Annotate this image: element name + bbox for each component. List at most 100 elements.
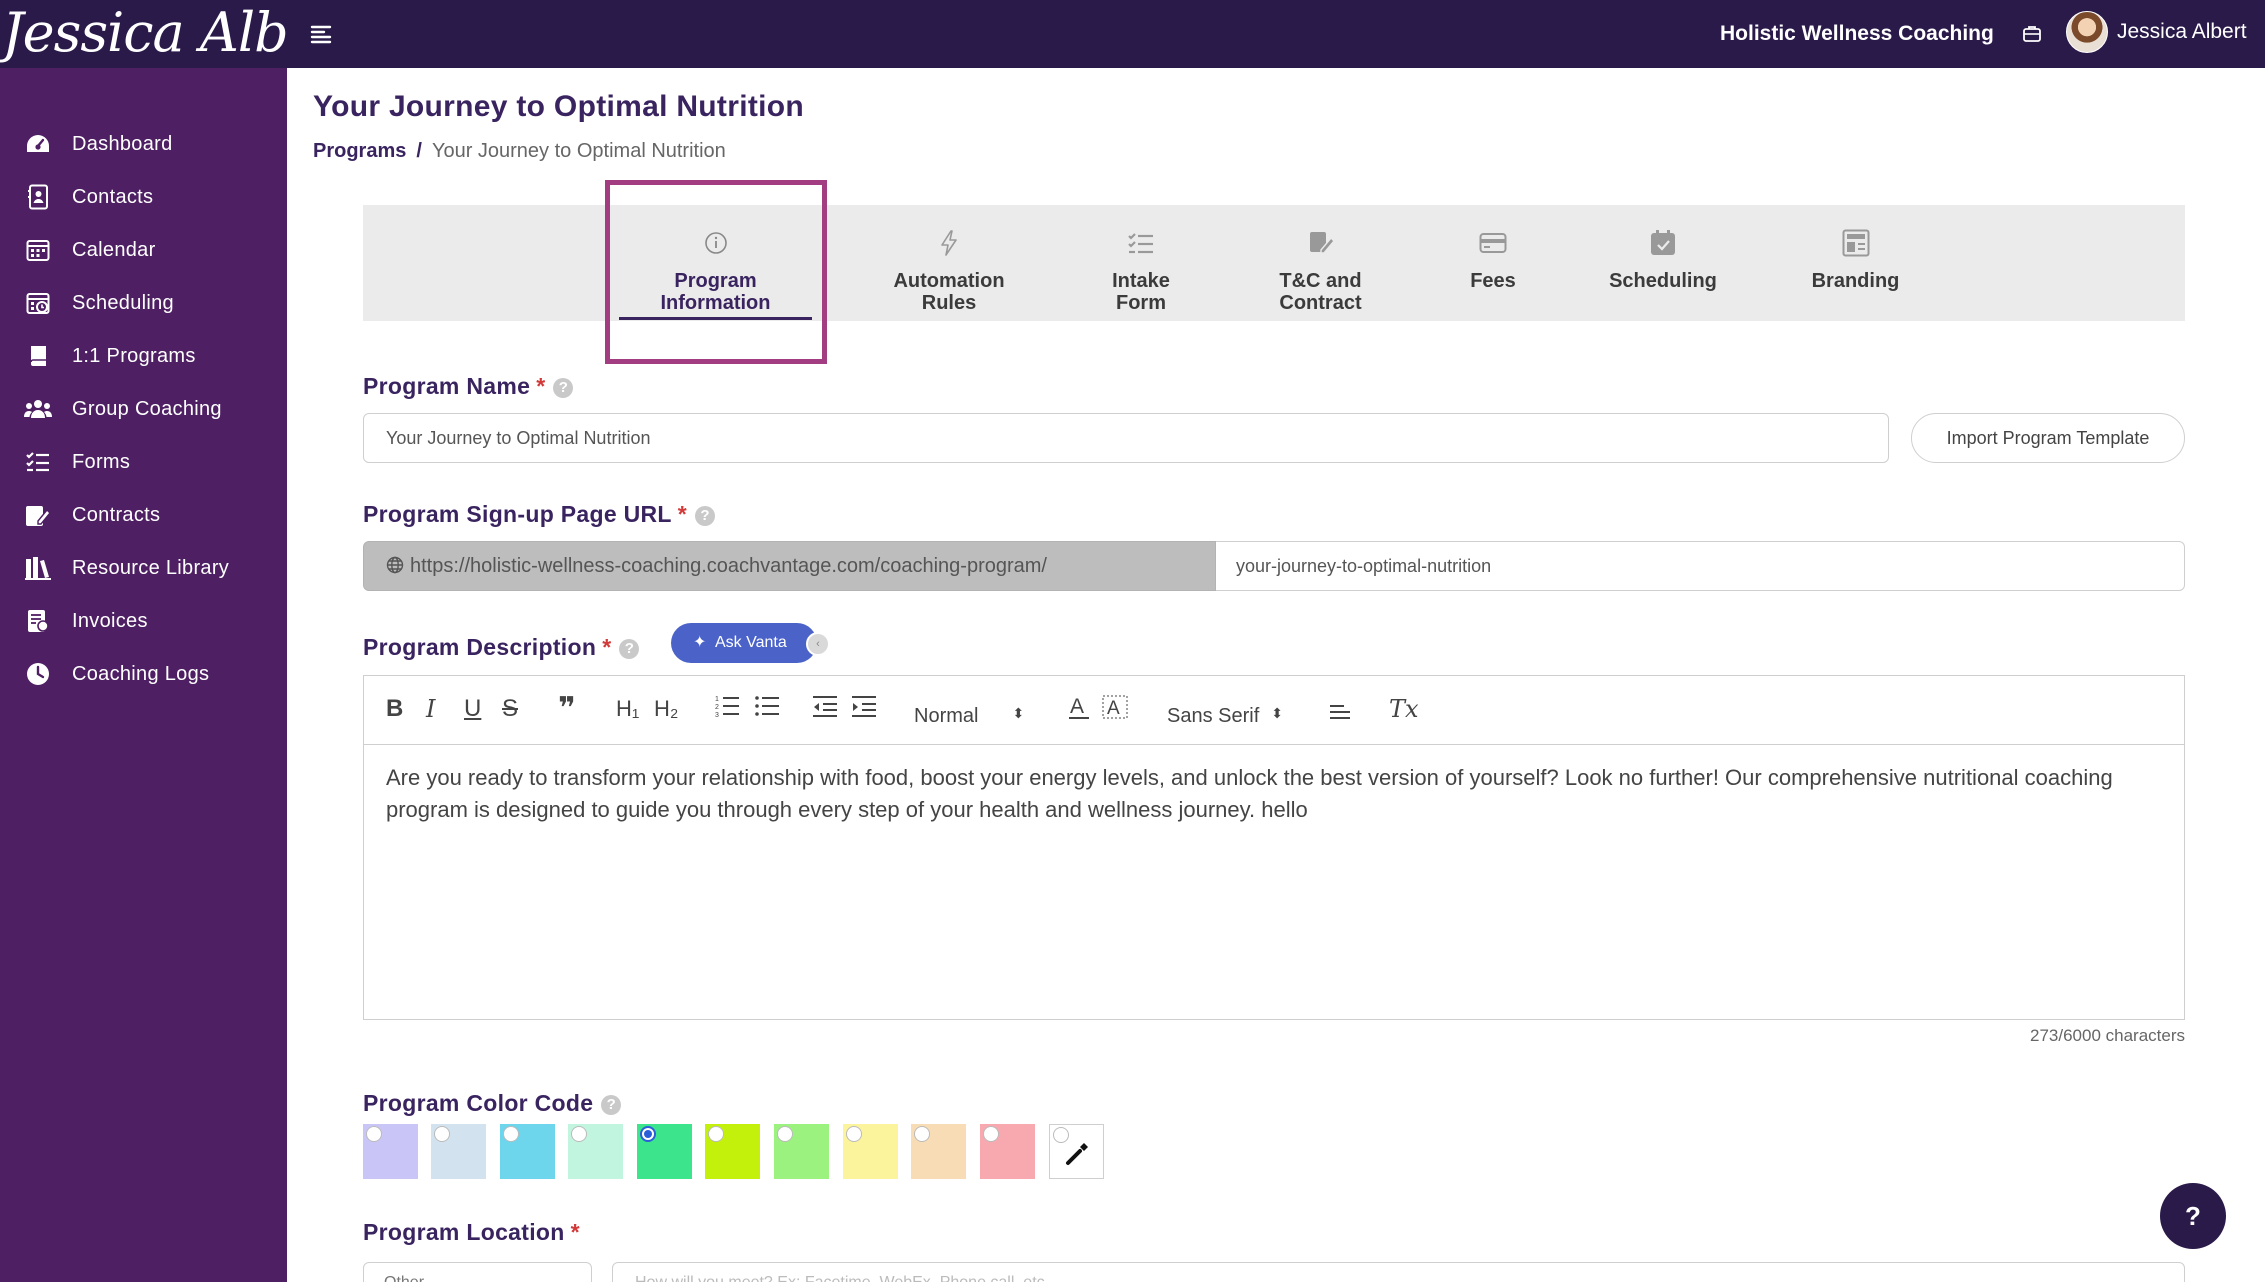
user-name[interactable]: Jessica Albert [2117,0,2247,64]
font-size-select[interactable]: Normal ⬍ [914,698,1024,728]
description-text[interactable]: Are you ready to transform your relation… [386,762,2161,826]
avatar[interactable] [2066,11,2108,53]
color-code-label: Program Color Code? [363,1090,622,1117]
color-radio[interactable] [983,1126,999,1142]
library-icon [24,554,52,582]
breadcrumb-programs-link[interactable]: Programs [313,140,406,162]
color-radio[interactable] [708,1126,724,1142]
url-slug-input[interactable]: your-journey-to-optimal-nutrition [1216,541,2185,591]
blockquote-button[interactable]: ❞ [558,694,576,724]
bullet-list-icon[interactable] [754,694,780,724]
tab-automation-rules[interactable]: Automation Rules [849,205,1049,321]
color-swatch[interactable] [843,1124,898,1179]
sidebar-item-label: Scheduling [72,291,174,314]
brand-logo[interactable]: Jessica Albert [0,0,287,68]
signup-url-label: Program Sign-up Page URL *? [363,501,716,528]
menu-toggle-icon[interactable] [309,22,333,46]
ordered-list-icon[interactable]: 123 [714,694,740,724]
color-radio[interactable] [914,1126,930,1142]
character-count: 273/6000 characters [2030,1026,2185,1045]
background-color-icon[interactable]: A [1102,694,1128,724]
help-icon[interactable]: ? [695,506,716,526]
editor-toolbar: B I U S ❞ H₁ H₂ 123 Normal ⬍ A A Sans Ser… [364,676,2184,745]
sidebar-item-label: Group Coaching [72,397,222,420]
outdent-icon[interactable] [812,694,838,724]
program-name-input[interactable]: Your Journey to Optimal Nutrition [363,413,1889,463]
tab-branding[interactable]: Branding [1773,205,1938,321]
color-radio[interactable] [366,1126,382,1142]
book-icon [24,342,52,370]
color-radio[interactable] [846,1126,862,1142]
tab-program-information[interactable]: Program Information [619,205,812,321]
strikethrough-button[interactable]: S [502,694,518,724]
tab-label: Program Information [660,270,771,314]
location-type-select[interactable]: Other⌄ [363,1262,592,1282]
color-swatch[interactable] [911,1124,966,1179]
color-radio[interactable] [434,1126,450,1142]
help-chat-button[interactable]: ? [2160,1183,2226,1249]
required-mark: * [570,1219,580,1245]
color-swatch[interactable] [980,1124,1035,1179]
scheduling-icon [24,289,52,317]
underline-button[interactable]: U [464,694,481,724]
heading1-button[interactable]: H₁ [616,694,639,724]
help-icon[interactable]: ? [619,639,640,659]
italic-button[interactable]: I [426,694,435,724]
ask-vanta-toggle[interactable]: ‹ [806,632,830,656]
contacts-icon [24,183,52,211]
eyedropper-icon [1064,1139,1092,1172]
sidebar-item-label: Contracts [72,503,161,526]
tab-intake-form[interactable]: Intake Form [1066,205,1216,321]
info-icon [702,229,730,257]
sidebar-item-coaching-logs[interactable]: Coaching Logs [0,636,287,712]
align-icon[interactable] [1329,698,1351,728]
color-radio[interactable] [777,1126,793,1142]
color-radio[interactable] [503,1126,519,1142]
heading2-button[interactable]: H₂ [654,694,678,724]
tab-tc-contract[interactable]: T&C and Contract [1233,205,1408,321]
active-tab-indicator [619,317,812,320]
globe-icon [386,544,404,590]
sidebar-item-label: Resource Library [72,556,230,579]
color-swatch[interactable] [568,1124,623,1179]
tab-label: T&C and Contract [1279,270,1362,314]
custom-color-picker[interactable] [1049,1124,1104,1179]
location-label: Program Location * [363,1219,580,1245]
color-swatch[interactable] [500,1124,555,1179]
svg-text:3: 3 [715,712,719,718]
sidebar-item-label: Dashboard [72,132,173,155]
svg-text:A: A [1107,698,1120,719]
font-family-select[interactable]: Sans Serif ⬍ [1167,698,1283,728]
program-name-label: Program Name *? [363,373,574,400]
import-template-button[interactable]: Import Program Template [1911,413,2185,463]
branding-icon [1842,229,1870,257]
sidebar-item-label: Invoices [72,609,148,632]
bold-button[interactable]: B [386,694,403,724]
page-title: Your Journey to Optimal Nutrition [313,90,805,123]
color-swatch[interactable] [431,1124,486,1179]
clear-format-button[interactable]: Tx [1389,694,1419,724]
color-swatch[interactable] [774,1124,829,1179]
sidebar-item-label: Forms [72,450,131,473]
lightning-icon [935,229,963,257]
tab-fees[interactable]: Fees [1433,205,1553,321]
checklist-icon [1127,229,1155,257]
tab-scheduling[interactable]: Scheduling [1573,205,1753,321]
required-mark: * [677,501,688,527]
company-name[interactable]: Holistic Wellness Coaching [1720,0,1994,68]
dashboard-icon [24,130,52,158]
text-color-icon[interactable]: A [1067,694,1091,724]
color-swatch[interactable] [637,1124,692,1179]
color-swatch[interactable] [363,1124,418,1179]
signature-icon [1307,229,1335,257]
ask-vanta-button[interactable]: ✦ Ask Vanta [671,623,817,663]
color-swatch[interactable] [705,1124,760,1179]
help-icon[interactable]: ? [601,1095,622,1115]
color-radio[interactable] [640,1126,656,1142]
indent-icon[interactable] [851,694,877,724]
location-details-input[interactable]: How will you meet? Ex: Facetime, WebEx, … [612,1262,2185,1282]
help-icon[interactable]: ? [553,378,574,398]
switch-business-icon[interactable] [2022,24,2042,44]
tab-label: Branding [1811,270,1900,292]
color-radio[interactable] [571,1126,587,1142]
